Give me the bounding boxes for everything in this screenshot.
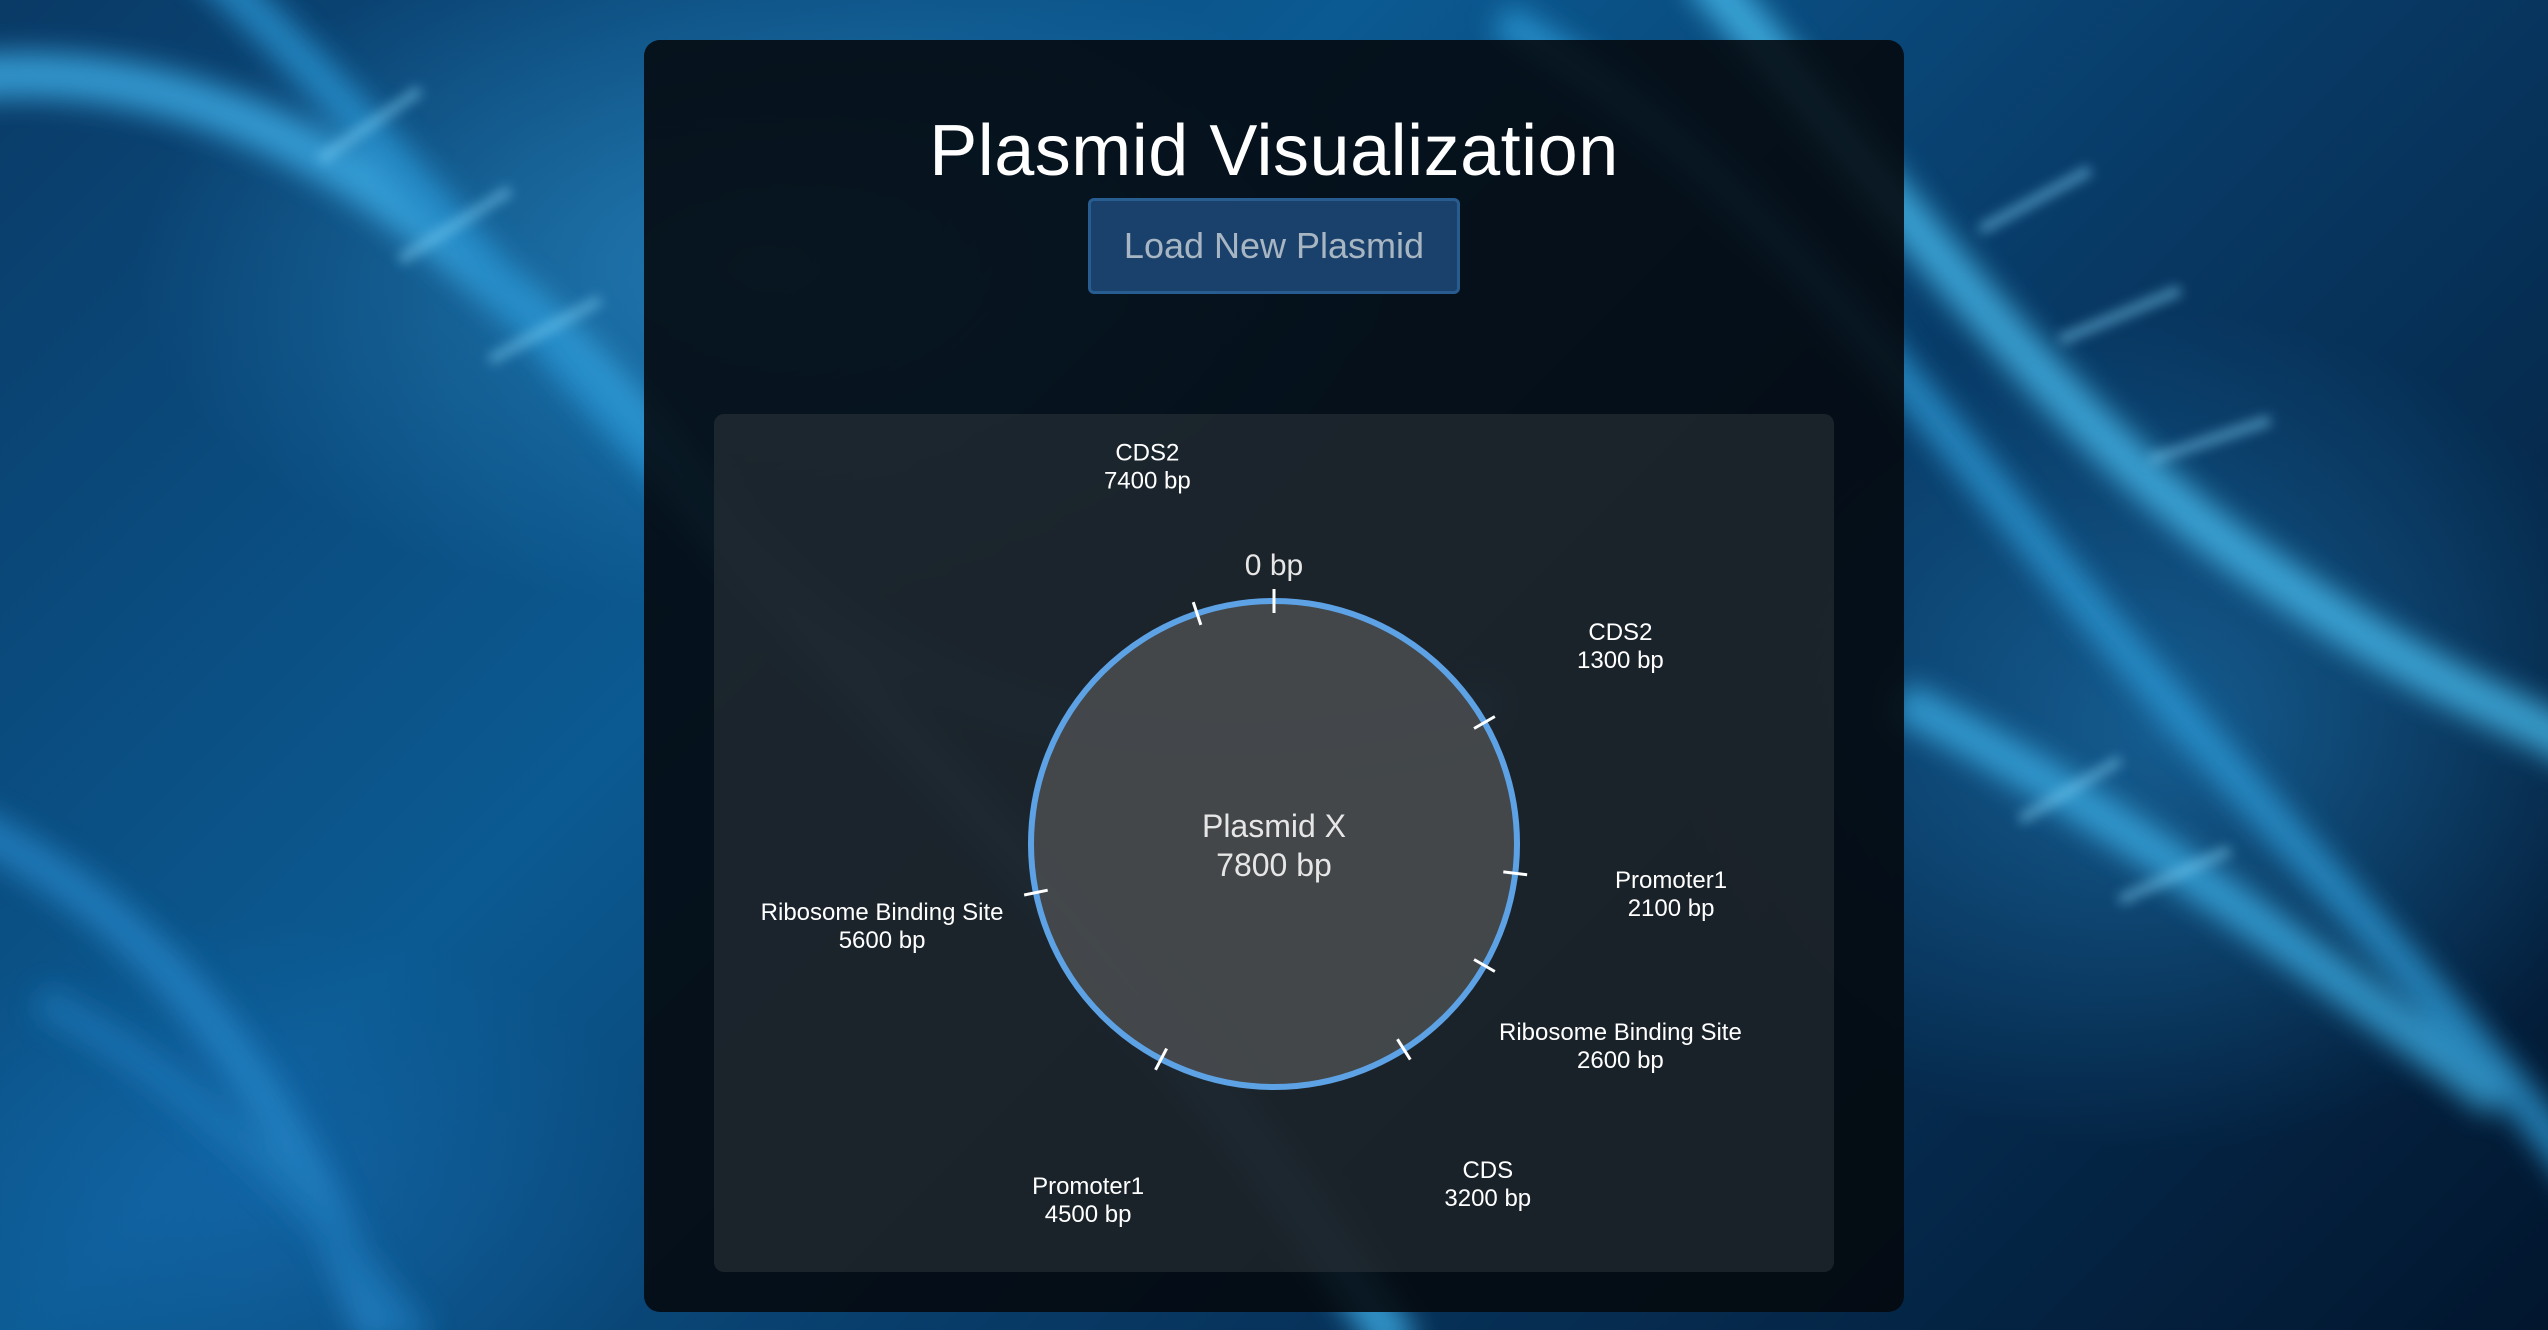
plasmid-map: Plasmid X 7800 bp 0 bp CDS21300 bpPromot… xyxy=(761,440,1742,1229)
origin-label: 0 bp xyxy=(1245,549,1303,582)
feature-name-label: Ribosome Binding Site xyxy=(761,899,1004,926)
feature-position-label: 3200 bp xyxy=(1444,1185,1531,1212)
plasmid-visualization-area: Plasmid X 7800 bp 0 bp CDS2 1300 bp Promot… xyxy=(714,414,1834,1272)
feature-name-label: Promoter1 xyxy=(1032,1173,1144,1200)
feature-position-label: 4500 bp xyxy=(1045,1201,1132,1228)
load-new-plasmid-button[interactable]: Load New Plasmid xyxy=(1088,198,1460,294)
main-panel: Plasmid Visualization Load New Plasmid P… xyxy=(644,40,1904,1312)
feature-position-label: 1300 bp xyxy=(1577,647,1664,674)
feature-name-label: Promoter1 xyxy=(1615,867,1727,894)
plasmid-name: Plasmid X xyxy=(1202,808,1346,844)
feature-name-label: CDS2 xyxy=(1115,440,1179,467)
plasmid-ring xyxy=(1028,598,1520,1090)
feature-name-label: Ribosome Binding Site xyxy=(1499,1019,1742,1046)
feature-name-label: CDS2 xyxy=(1588,619,1652,646)
feature-position-label: 2600 bp xyxy=(1577,1047,1664,1074)
page-title: Plasmid Visualization xyxy=(929,111,1619,191)
plasmid-length: 7800 bp xyxy=(1216,847,1332,883)
feature-position-label: 5600 bp xyxy=(839,927,926,954)
feature-position-label: 2100 bp xyxy=(1628,895,1715,922)
feature-position-label: 7400 bp xyxy=(1104,468,1191,495)
feature-name-label: CDS xyxy=(1462,1157,1513,1184)
